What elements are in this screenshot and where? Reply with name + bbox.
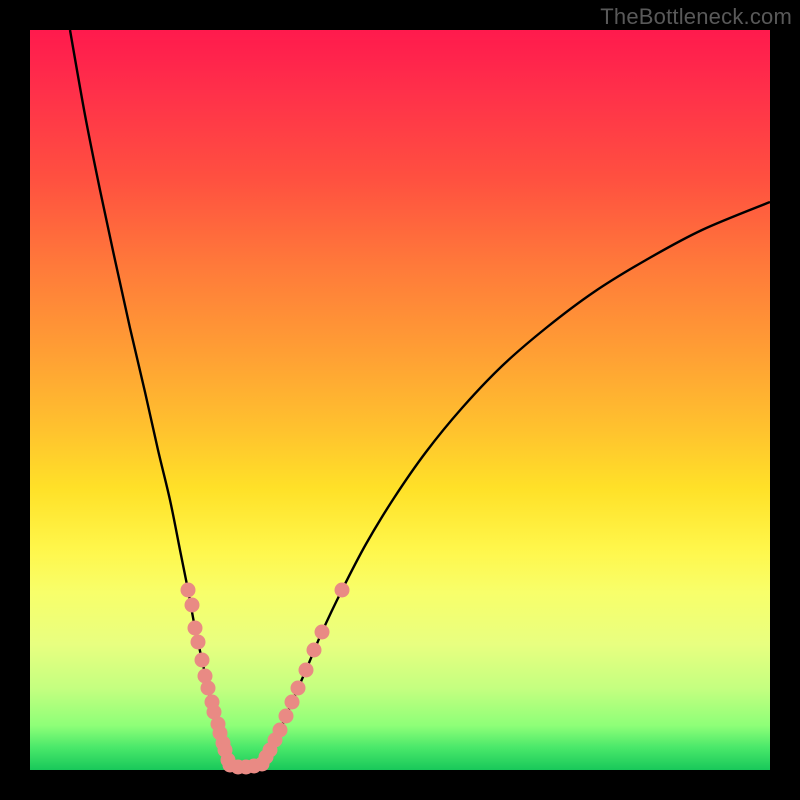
highlight-dot <box>315 625 330 640</box>
highlight-dot <box>191 635 206 650</box>
highlight-dot <box>188 621 203 636</box>
plot-area <box>30 30 770 770</box>
curve-layer <box>30 30 770 770</box>
highlight-dot <box>201 681 216 696</box>
highlight-dot <box>181 583 196 598</box>
outer-frame: TheBottleneck.com <box>0 0 800 800</box>
highlight-dot <box>195 653 210 668</box>
highlight-dot <box>299 663 314 678</box>
highlight-dot <box>335 583 350 598</box>
watermark-text: TheBottleneck.com <box>600 4 792 30</box>
highlight-dot <box>307 643 322 658</box>
highlight-dot <box>273 723 288 738</box>
highlight-dots-group <box>181 583 350 775</box>
bottleneck-curve <box>70 30 770 767</box>
highlight-dot <box>185 598 200 613</box>
highlight-dot <box>291 681 306 696</box>
highlight-dot <box>285 695 300 710</box>
highlight-dot <box>279 709 294 724</box>
